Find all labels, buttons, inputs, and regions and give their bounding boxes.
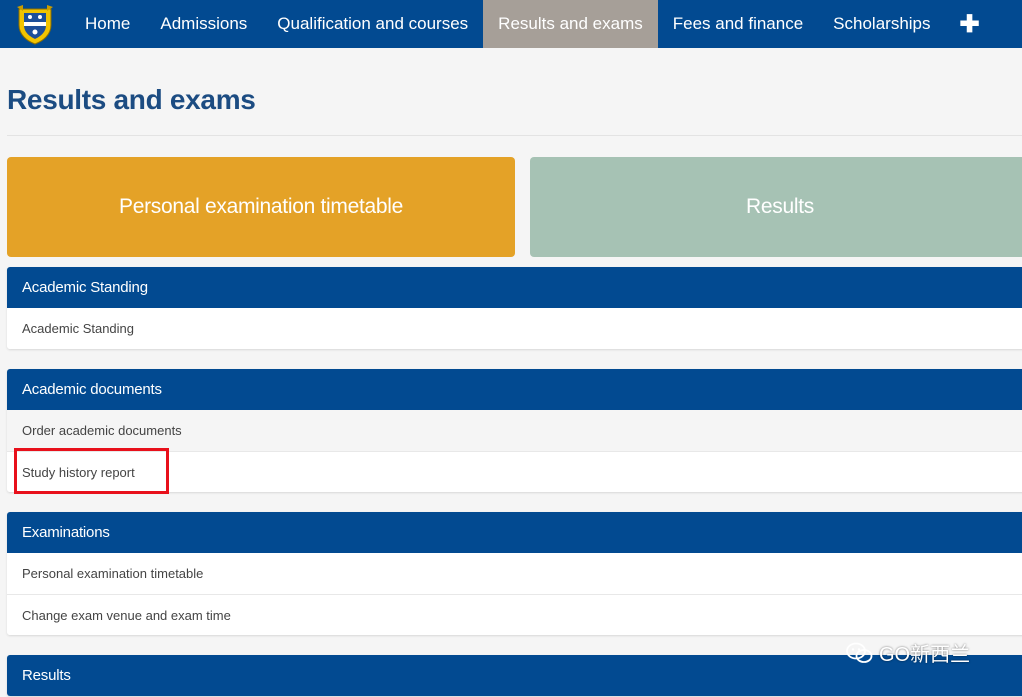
personal-examination-timetable-link[interactable]: Personal examination timetable bbox=[7, 553, 1022, 594]
top-navbar: Home Admissions Qualification and course… bbox=[0, 0, 1022, 48]
nav-more-plus-icon[interactable]: ✚ bbox=[946, 0, 994, 48]
watermark: GO新西兰 bbox=[845, 638, 970, 667]
panel-heading: Examinations bbox=[7, 512, 1022, 553]
nav-admissions[interactable]: Admissions bbox=[145, 0, 262, 48]
academic-standing-link[interactable]: Academic Standing bbox=[7, 308, 1022, 349]
personal-examination-timetable-tile[interactable]: Personal examination timetable bbox=[7, 157, 515, 257]
page-title: Results and exams bbox=[7, 84, 256, 115]
university-crest-logo[interactable] bbox=[0, 0, 70, 48]
nav-fees-and-finance[interactable]: Fees and finance bbox=[658, 0, 818, 48]
nav-home[interactable]: Home bbox=[70, 0, 145, 48]
results-tile[interactable]: Results bbox=[530, 157, 1022, 257]
panel-heading: Academic documents bbox=[7, 369, 1022, 410]
title-divider bbox=[7, 135, 1022, 136]
nav-results-and-exams[interactable]: Results and exams bbox=[483, 0, 658, 48]
nav-scholarships[interactable]: Scholarships bbox=[818, 0, 945, 48]
examinations-panel: Examinations Personal examination timeta… bbox=[7, 512, 1022, 635]
panel-heading: Academic Standing bbox=[7, 267, 1022, 308]
academic-standing-panel: Academic Standing Academic Standing bbox=[7, 267, 1022, 349]
watermark-text: GO新西兰 bbox=[879, 644, 971, 666]
change-exam-venue-link[interactable]: Change exam venue and exam time bbox=[7, 594, 1022, 635]
red-highlight-box bbox=[14, 448, 169, 494]
order-academic-documents-link[interactable]: Order academic documents bbox=[7, 410, 1022, 451]
wechat-icon bbox=[846, 642, 873, 663]
nav-qualification-and-courses[interactable]: Qualification and courses bbox=[262, 0, 483, 48]
